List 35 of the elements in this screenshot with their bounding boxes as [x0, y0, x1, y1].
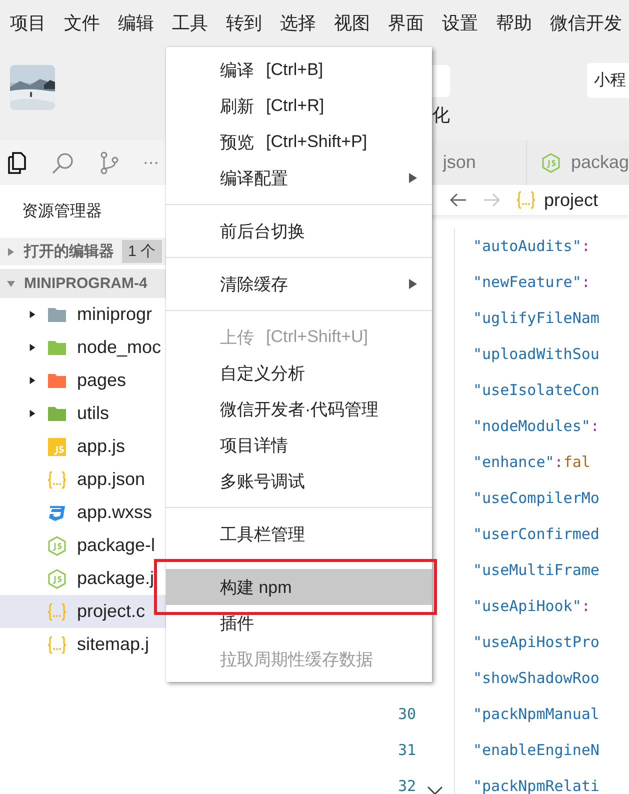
code-line: "useIsolateCon: [473, 381, 600, 399]
section-title: MINIPROGRAM-4: [24, 275, 148, 292]
code-line: "showShadowRoo: [473, 669, 600, 687]
file-name: miniprogr: [77, 304, 152, 325]
section-title: 打开的编辑器: [24, 242, 114, 261]
code-line: "autoAudits":: [473, 237, 590, 255]
file-name: pages: [77, 370, 126, 391]
panel-title: 资源管理器: [21, 202, 102, 222]
file-name: utils: [77, 403, 110, 424]
line-number: 32: [398, 777, 416, 794]
code-line: "uploadWithSou: [473, 345, 600, 363]
code-line: "useApiHostPro: [473, 633, 600, 651]
code-line: "useMultiFrame: [473, 561, 600, 579]
code-line: "uglifyFileNam: [473, 309, 600, 327]
file-name: app.js: [77, 436, 126, 457]
file-name: project.c: [77, 601, 146, 622]
code-line: "packNpmManual: [473, 705, 600, 723]
file-name: package.j: [77, 568, 154, 589]
file-name: app.json: [77, 469, 146, 490]
code-line: "enableEngineN: [473, 741, 600, 759]
code-line: "enhance":fal: [473, 453, 590, 471]
file-name: node_moc: [77, 337, 162, 358]
file-name: sitemap.j: [77, 634, 150, 655]
code-line: "userConfirmed: [473, 525, 600, 543]
count-badge: 1 个: [122, 240, 162, 263]
file-name: package-l: [77, 535, 156, 556]
code-line: "useApiHook":: [473, 597, 590, 615]
code-line: "useCompilerMo: [473, 489, 600, 507]
code-line: "newFeature":: [473, 273, 590, 291]
file-name: app.wxss: [77, 502, 152, 523]
code-line: "nodeModules":: [473, 417, 600, 435]
code-line: "packNpmRelati: [473, 777, 600, 794]
line-number: 31: [398, 741, 416, 759]
line-number: 30: [398, 705, 416, 723]
caption-text: 化: [432, 104, 450, 127]
